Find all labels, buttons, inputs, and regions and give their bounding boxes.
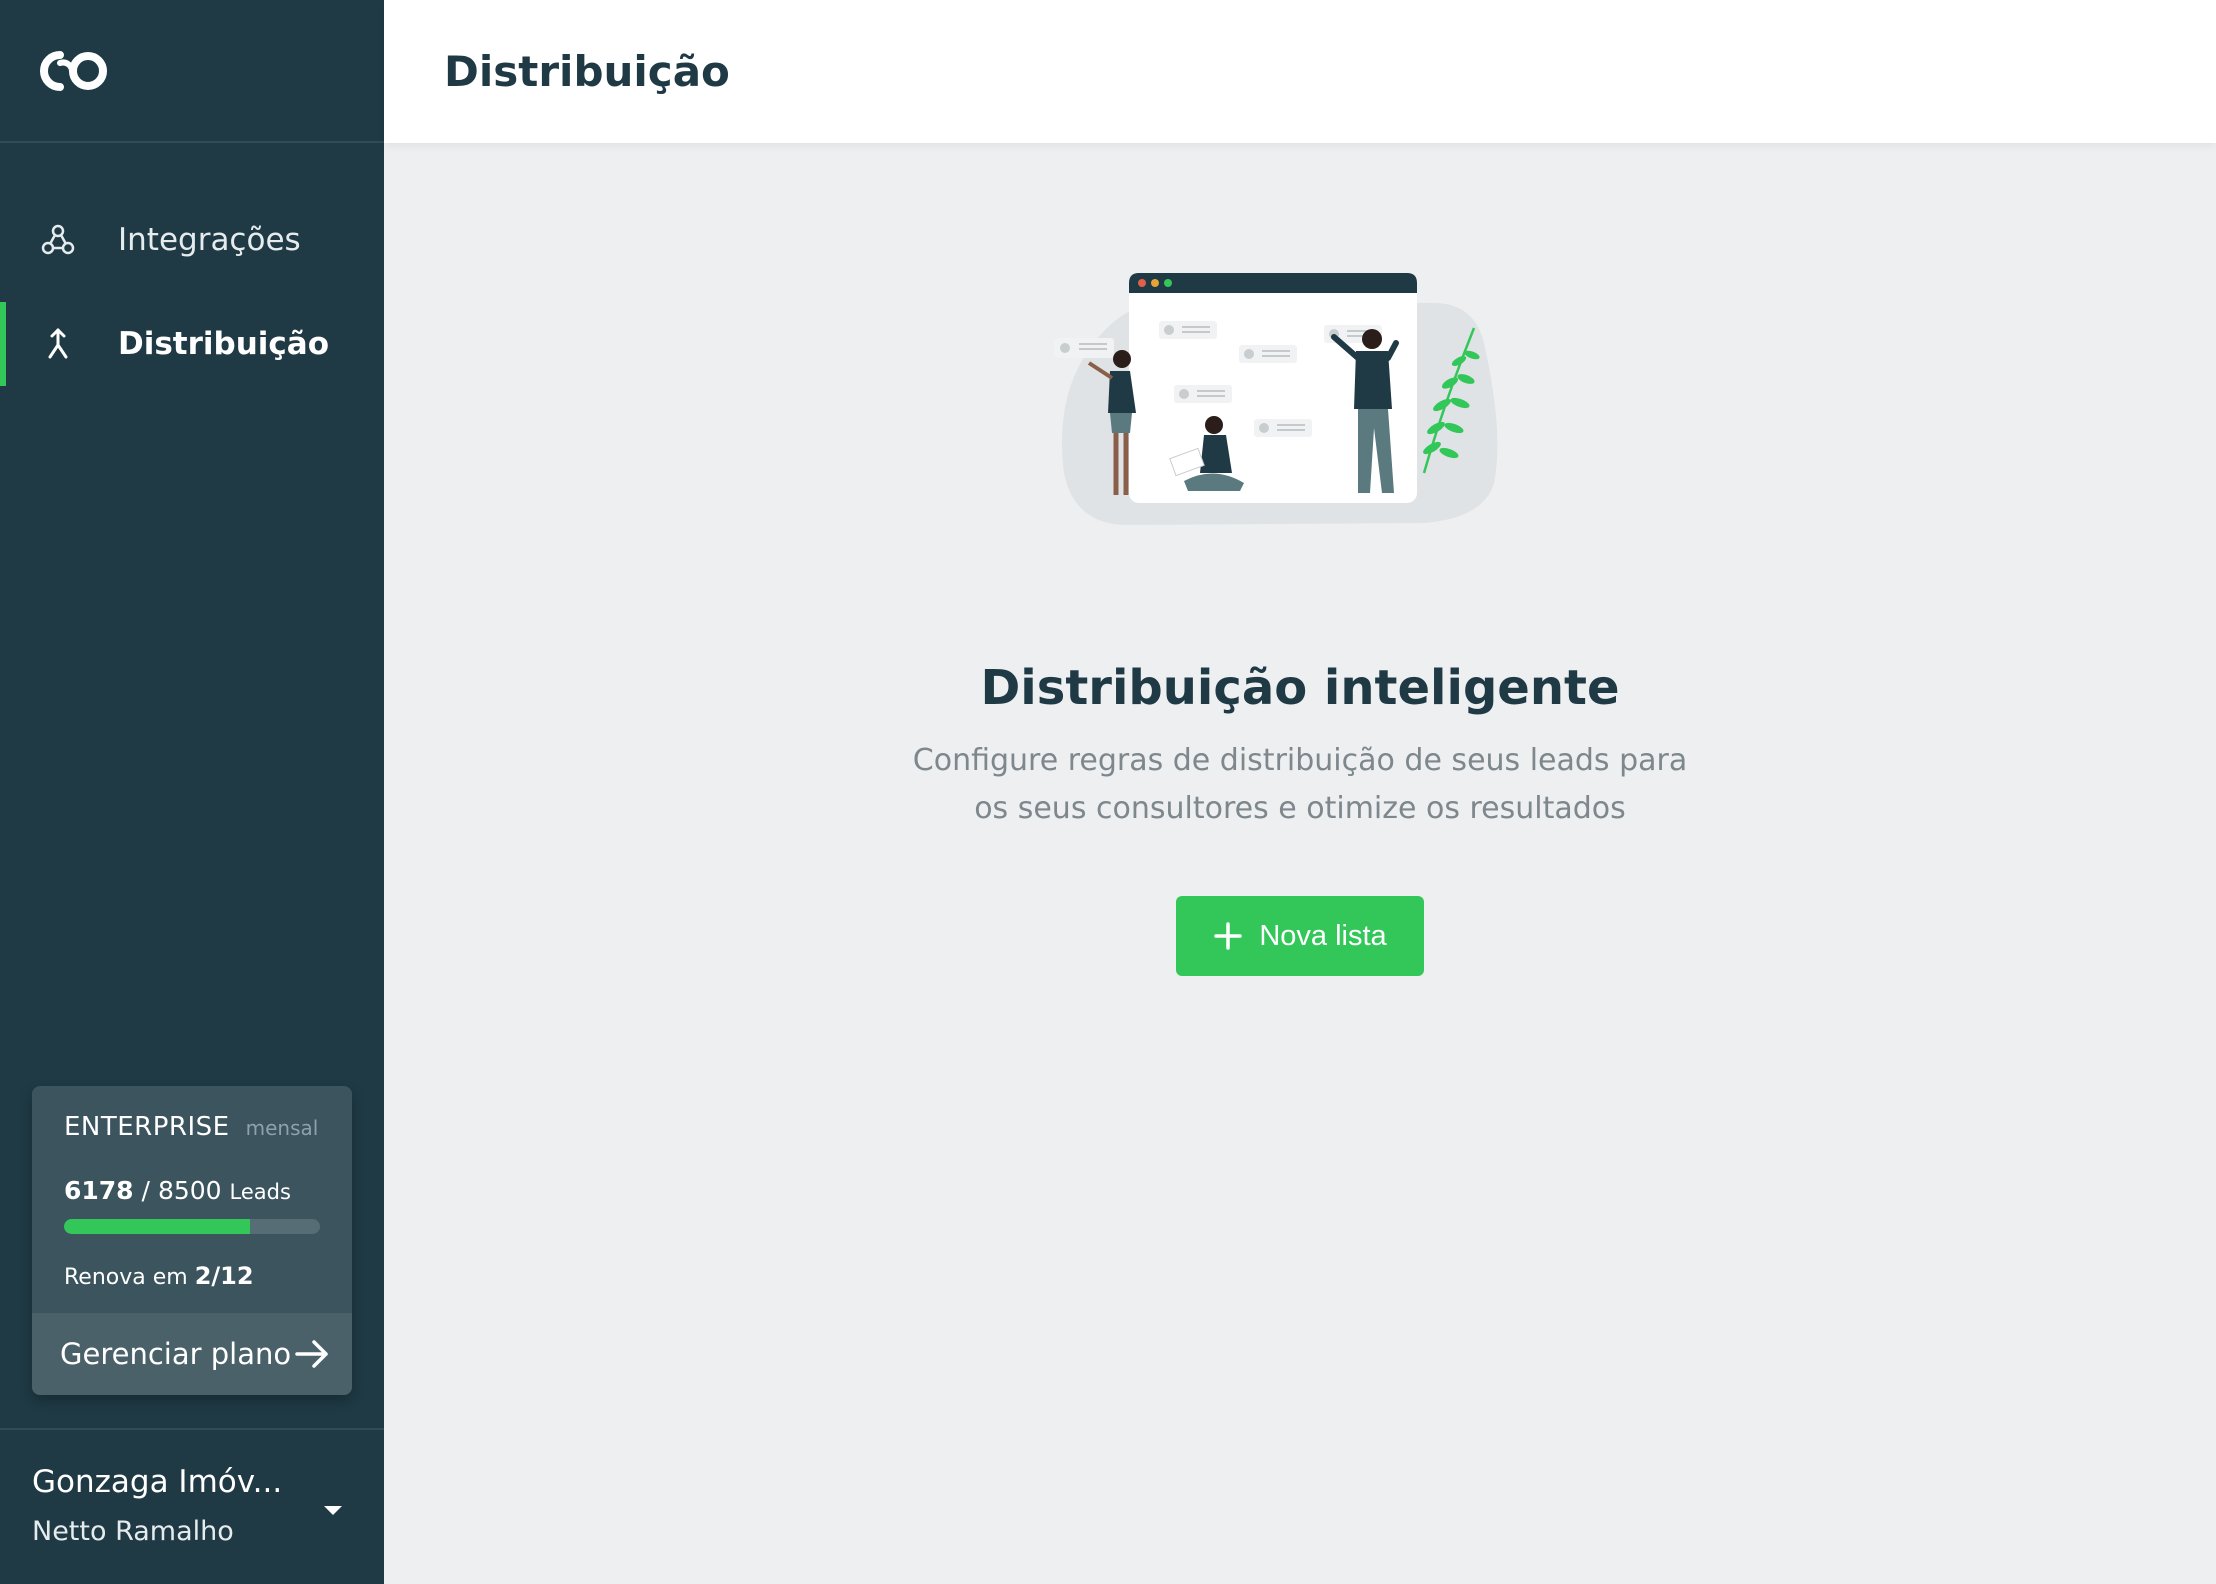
leads-separator: / (141, 1176, 150, 1205)
main-content: Distribuição inteligente Configure regra… (384, 143, 2216, 1584)
renew-date: 2/12 (194, 1262, 254, 1290)
plan-card: ENTERPRISE mensal 6178 / 8500 Leads Reno… (32, 1086, 352, 1395)
plan-period: mensal (245, 1116, 319, 1140)
merge-arrow-icon (40, 326, 76, 362)
account-user: Netto Ramalho (32, 1516, 234, 1547)
sidebar-item-integracoes[interactable]: Integrações (0, 198, 384, 282)
logo-area (0, 0, 384, 143)
leads-word: Leads (229, 1180, 291, 1204)
page-header: Distribuição (384, 0, 2216, 143)
sidebar-nav: Integrações Distribuição (0, 198, 384, 386)
plan-info: ENTERPRISE mensal 6178 / 8500 Leads Reno… (32, 1086, 352, 1313)
empty-state-desc-line2: os seus consultores e otimize os resulta… (974, 791, 1626, 826)
sidebar-item-label: Integrações (118, 222, 301, 258)
sidebar: Integrações Distribuição ENTERPRISE mens… (0, 0, 384, 1584)
leads-progress-fill (64, 1219, 251, 1234)
plan-title-row: ENTERPRISE mensal (64, 1112, 320, 1142)
renew-prefix: Renova em (64, 1265, 188, 1290)
leads-used: 6178 (64, 1176, 134, 1205)
new-list-label: Nova lista (1259, 919, 1387, 952)
app-root: Integrações Distribuição ENTERPRISE mens… (0, 0, 2216, 1584)
leads-total: 8500 (157, 1176, 222, 1205)
arrow-right-icon (295, 1340, 328, 1368)
co-logo-icon[interactable] (32, 43, 114, 99)
manage-plan-button[interactable]: Gerenciar plano (32, 1313, 352, 1395)
empty-state-desc-line1: Configure regras de distribuição de seus… (912, 743, 1688, 778)
leads-progress-bar (64, 1219, 320, 1234)
sidebar-item-distribuicao[interactable]: Distribuição (0, 302, 384, 386)
new-list-button[interactable]: Nova lista (1176, 896, 1424, 976)
plan-name: ENTERPRISE (64, 1112, 230, 1142)
sidebar-item-label: Distribuição (118, 326, 330, 362)
page-title: Distribuição (444, 47, 730, 96)
plus-icon (1214, 922, 1243, 950)
account-company: Gonzaga Imóv... (32, 1464, 283, 1500)
account-switcher[interactable]: Gonzaga Imóv... Netto Ramalho (0, 1428, 384, 1584)
team-illustration (1054, 273, 1498, 525)
plan-renew: Renova em 2/12 (64, 1262, 320, 1290)
empty-state-title: Distribuição inteligente (980, 660, 1620, 716)
plan-leads-count: 6178 / 8500 Leads (64, 1176, 320, 1205)
manage-plan-label: Gerenciar plano (60, 1337, 292, 1371)
caret-down-icon[interactable] (322, 1504, 344, 1518)
empty-state-description: Configure regras de distribuição de seus… (900, 737, 1700, 833)
webhook-icon (40, 222, 76, 258)
